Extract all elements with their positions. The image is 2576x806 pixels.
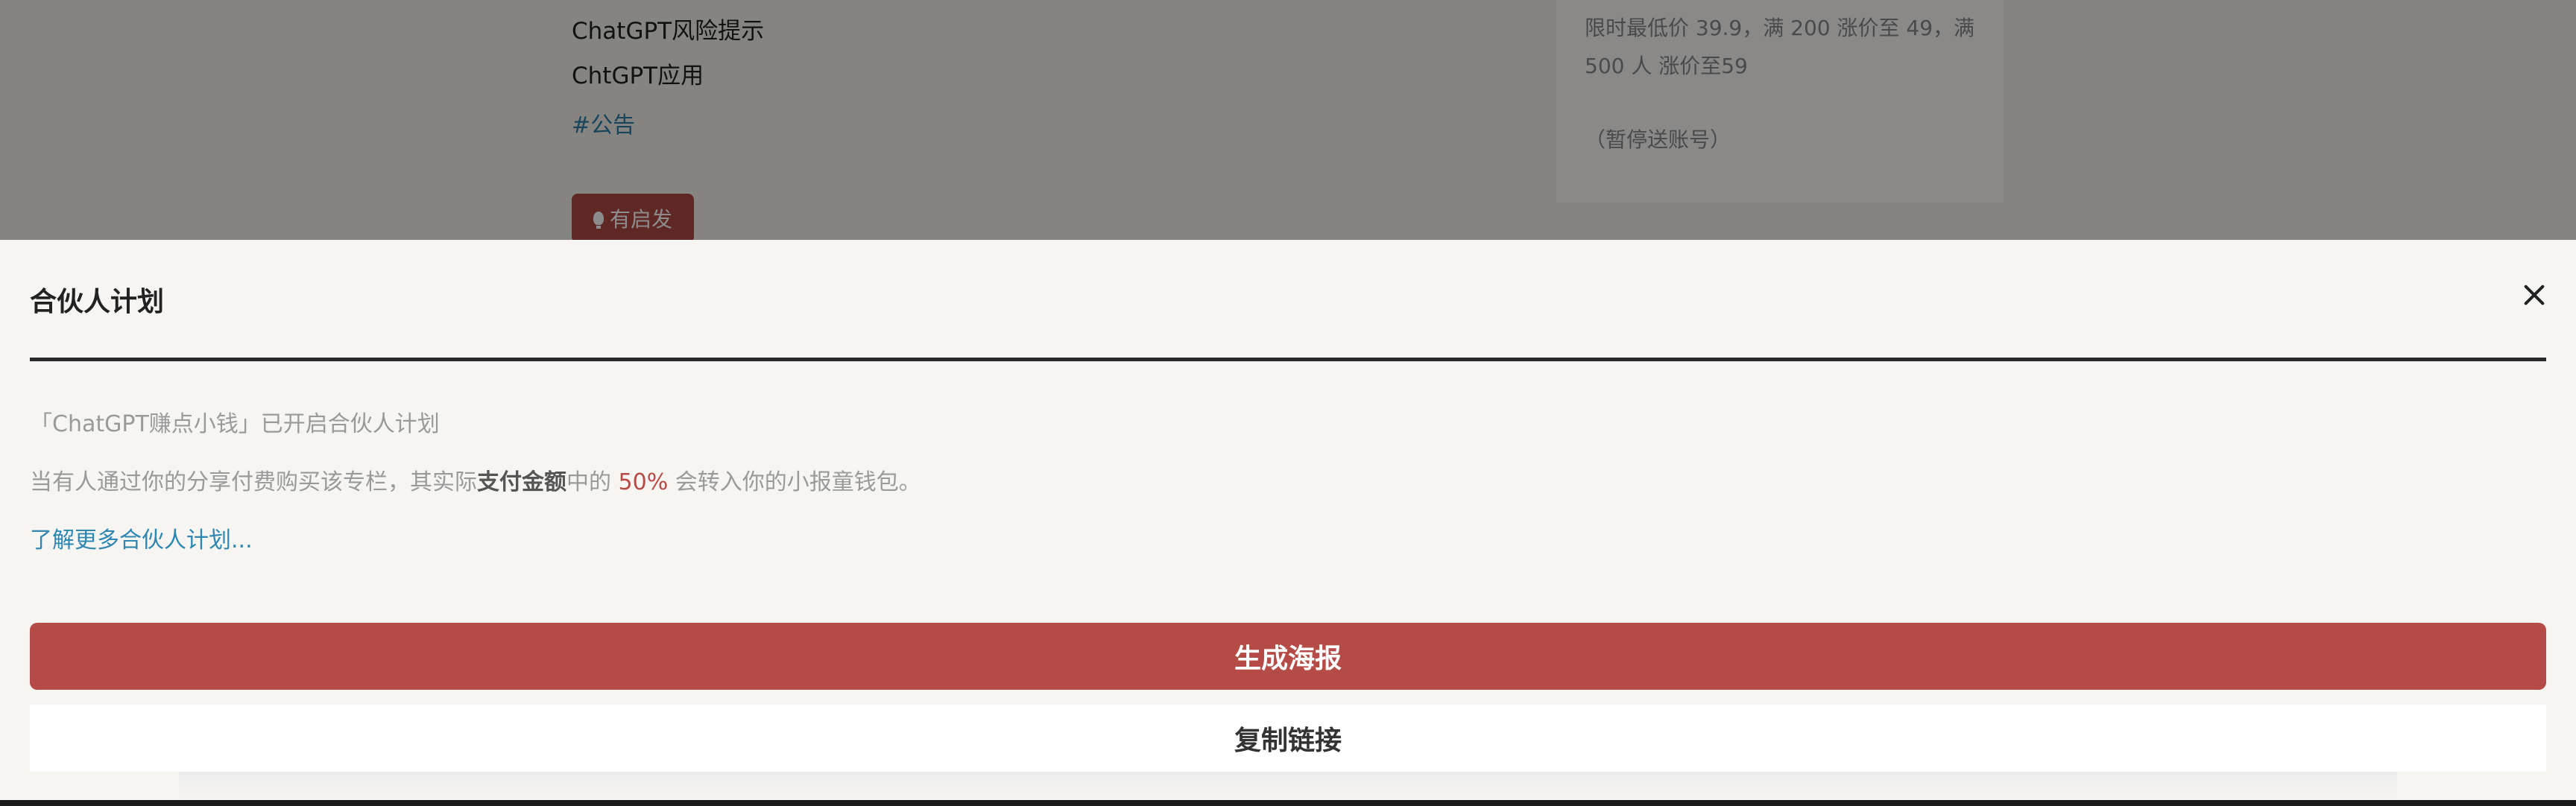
copy-link-button[interactable]: 复制链接 [30,705,2546,772]
percent-value: 50% [618,469,669,495]
divider [30,358,2546,361]
dialog-title: 合伙人计划 [30,287,165,317]
dialog-intro: 「ChatGPT赚点小钱」已开启合伙人计划 [30,411,440,437]
generate-poster-button[interactable]: 生成海报 [30,623,2546,690]
payment-amount-label: 支付金额 [477,469,566,495]
dialog-description: 当有人通过你的分享付费购买该专栏，其实际支付金额中的 50% 会转入你的小报童钱… [30,469,921,495]
sheet-shadow [179,772,2397,800]
close-icon[interactable] [2519,280,2549,310]
learn-more-link[interactable]: 了解更多合伙人计划... [30,521,253,554]
partner-plan-dialog: 合伙人计划 「ChatGPT赚点小钱」已开启合伙人计划 当有人通过你的分享付费购… [0,240,2576,800]
window-edge [0,800,2576,806]
